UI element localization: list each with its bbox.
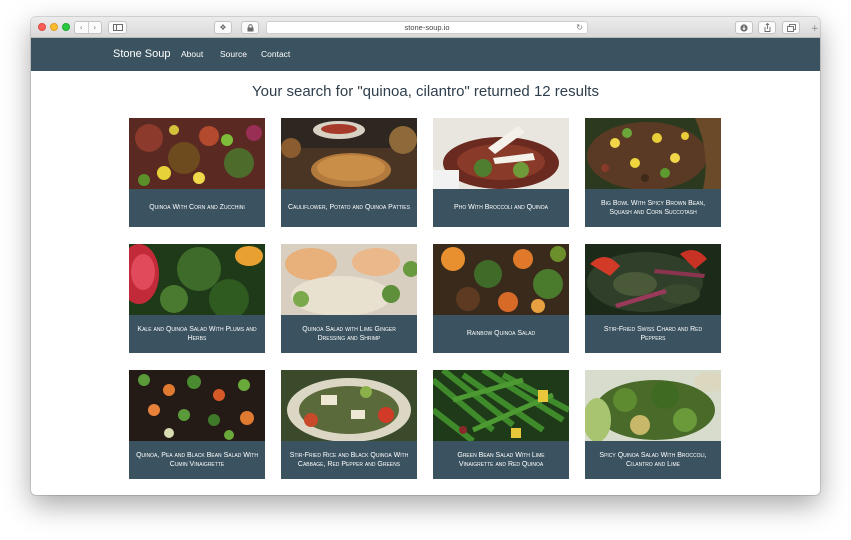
recipe-title: Spicy Quinoa Salad With Broccoli, Cilant… [599, 451, 707, 469]
recipe-card[interactable]: Rainbow Quinoa Salad [433, 244, 569, 353]
search-results-heading: Your search for "quinoa, cilantro" retur… [252, 83, 599, 100]
forward-button[interactable]: › [87, 22, 102, 33]
nav-link-about[interactable]: About [181, 38, 203, 71]
recipe-card[interactable]: Stir-Fried Swiss Chard and Red Peppers [585, 244, 721, 353]
recipe-photo [433, 244, 569, 315]
recipe-card[interactable]: Quinoa With Corn and Zucchini [129, 118, 265, 227]
recipe-photo [585, 118, 721, 189]
nav-link-contact[interactable]: Contact [261, 38, 290, 71]
back-button[interactable]: ‹ [75, 22, 88, 33]
sidebar-button[interactable] [108, 21, 127, 34]
recipe-card[interactable]: Stir-Fried Rice and Black Quinoa With Ca… [281, 370, 417, 479]
lock-icon [247, 23, 253, 31]
recipe-photo [433, 370, 569, 441]
browser-toolbar: ‹ › ❖ stone-soup.io ↻ + [31, 17, 820, 38]
share-button[interactable] [758, 21, 776, 34]
recipe-title: Quinoa Salad with Lime Ginger Dressing a… [302, 325, 396, 343]
download-icon [740, 23, 748, 32]
minimize-window-button[interactable] [50, 23, 58, 31]
share-icon [764, 23, 770, 32]
recipe-title: Quinoa, Pea and Black Bean Salad With Cu… [136, 451, 258, 469]
recipe-title: Cauliflower, Potato and Quinoa Patties [288, 204, 410, 212]
recipe-photo [129, 118, 265, 189]
recipe-card[interactable]: Kale and Quinoa Salad With Plums and Her… [129, 244, 265, 353]
recipe-card[interactable]: Pho With Broccoli and Quinoa [433, 118, 569, 227]
recipe-title: Stir-Fried Swiss Chard and Red Peppers [603, 325, 703, 343]
recipe-photo [585, 244, 721, 315]
url-text: stone-soup.io [404, 23, 450, 32]
recipe-title: Big Bowl With Spicy Brown Bean, Squash a… [600, 199, 706, 217]
extensions-button[interactable]: ❖ [214, 21, 232, 34]
tabs-icon [786, 23, 796, 32]
recipe-title: Pho With Broccoli and Quinoa [454, 204, 548, 212]
maximize-window-button[interactable] [62, 23, 70, 31]
recipe-title: Stir-Fried Rice and Black Quinoa With Ca… [289, 451, 409, 469]
recipe-card[interactable]: Quinoa, Pea and Black Bean Salad With Cu… [129, 370, 265, 479]
recipe-photo [433, 118, 569, 189]
recipe-photo [281, 244, 417, 315]
recipe-card[interactable]: Quinoa Salad with Lime Ginger Dressing a… [281, 244, 417, 353]
recipe-title: Kale and Quinoa Salad With Plums and Her… [137, 325, 257, 343]
recipe-title: Rainbow Quinoa Salad [466, 330, 536, 338]
recipe-photo [281, 370, 417, 441]
recipe-card[interactable]: Green Bean Salad With Lime Vinaigrette a… [433, 370, 569, 479]
recipe-card[interactable]: Spicy Quinoa Salad With Broccoli, Cilant… [585, 370, 721, 479]
recipe-card[interactable]: Cauliflower, Potato and Quinoa Patties [281, 118, 417, 227]
site-brand[interactable]: Stone Soup [113, 38, 171, 71]
recipe-title: Quinoa With Corn and Zucchini [149, 204, 245, 212]
recipe-photo [585, 370, 721, 441]
recipe-title: Green Bean Salad With Lime Vinaigrette a… [457, 451, 545, 469]
sidebar-icon [112, 24, 123, 31]
browser-window: ‹ › ❖ stone-soup.io ↻ + Stone Soup About… [31, 17, 820, 495]
reload-icon[interactable]: ↻ [576, 22, 583, 33]
puzzle-icon: ❖ [219, 23, 227, 32]
recipe-photo [281, 118, 417, 189]
history-navigation: ‹ › [74, 21, 102, 34]
plus-icon: + [811, 24, 819, 34]
recipe-card[interactable]: Big Bowl With Spicy Brown Bean, Squash a… [585, 118, 721, 227]
recipe-photo [129, 244, 265, 315]
tabs-overview-button[interactable] [782, 21, 800, 34]
downloads-button[interactable] [735, 21, 753, 34]
new-tab-button[interactable]: + [811, 23, 820, 36]
privacy-button[interactable] [241, 21, 259, 34]
address-bar[interactable]: stone-soup.io ↻ [266, 21, 588, 34]
recipe-photo [129, 370, 265, 441]
close-window-button[interactable] [38, 23, 46, 31]
site-navbar: Stone Soup About Source Contact [31, 38, 820, 71]
nav-link-source[interactable]: Source [220, 38, 247, 71]
